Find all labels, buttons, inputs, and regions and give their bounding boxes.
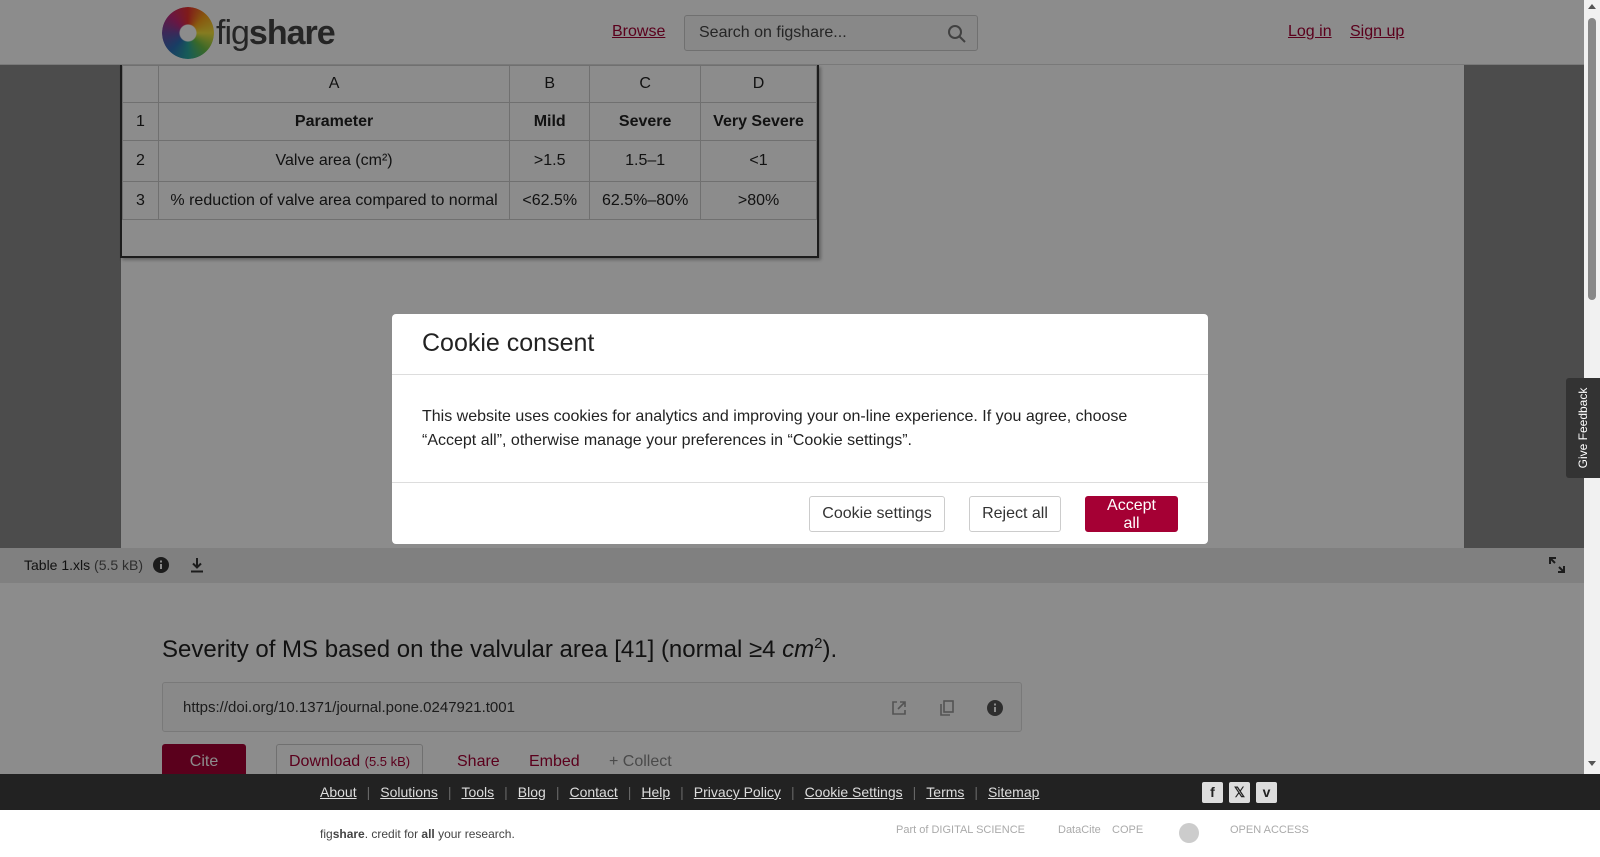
footer-link-terms[interactable]: Terms [926, 784, 964, 800]
footer-link-about[interactable]: About [320, 784, 357, 800]
cope-logo[interactable]: COPE [1112, 824, 1143, 836]
scroll-up-arrow-icon[interactable] [1588, 4, 1596, 9]
footer-link-cookie-settings[interactable]: Cookie Settings [805, 784, 903, 800]
x-icon[interactable]: 𝕏 [1229, 782, 1250, 803]
dialog-title: Cookie consent [392, 314, 1208, 375]
dialog-body: This website uses cookies for analytics … [392, 375, 1208, 483]
open-access-logo[interactable]: OPEN ACCESS [1230, 824, 1309, 836]
datacite-logo[interactable]: DataCite [1058, 824, 1101, 836]
footer-separator: | [912, 784, 917, 800]
footer-separator: | [627, 784, 632, 800]
vimeo-icon[interactable]: v [1256, 782, 1277, 803]
footer-links: About | Solutions | Tools | Blog | Contact | … [320, 784, 1039, 800]
accept-all-button[interactable]: Accept all [1085, 496, 1178, 532]
digital-science-logo[interactable]: Part of DIGITAL SCIENCE [896, 824, 1025, 836]
footer-link-help[interactable]: Help [641, 784, 670, 800]
footer-separator: | [504, 784, 508, 800]
scroll-thumb[interactable] [1588, 18, 1596, 300]
footer-link-sitemap[interactable]: Sitemap [988, 784, 1039, 800]
cookie-settings-button[interactable]: Cookie settings [809, 496, 945, 532]
dialog-actions: Cookie settings Reject all Accept all [392, 483, 1208, 543]
footer-separator: | [366, 784, 371, 800]
footer-link-solutions[interactable]: Solutions [380, 784, 438, 800]
give-feedback-tab[interactable]: Give Feedback [1566, 378, 1600, 478]
footer-link-tools[interactable]: Tools [461, 784, 494, 800]
footer-separator: | [680, 784, 684, 800]
facebook-icon[interactable]: f [1202, 782, 1223, 803]
footer-separator: | [790, 784, 795, 800]
footer-link-privacy[interactable]: Privacy Policy [694, 784, 781, 800]
footer-separator: | [555, 784, 560, 800]
footer-credit: figshare. credit for all your research. … [0, 810, 1600, 857]
cookie-consent-dialog: Cookie consent This website uses cookies… [392, 314, 1208, 544]
footer-separator: | [974, 784, 979, 800]
footer-link-contact[interactable]: Contact [569, 784, 617, 800]
credit-text: figshare. credit for all your research. [320, 827, 515, 841]
scroll-down-arrow-icon[interactable] [1588, 761, 1596, 766]
footer-nav: About | Solutions | Tools | Blog | Contact | … [0, 774, 1600, 810]
footer-separator: | [447, 784, 452, 800]
globe-logo-icon[interactable] [1178, 822, 1200, 844]
footer-link-blog[interactable]: Blog [518, 784, 546, 800]
reject-all-button[interactable]: Reject all [969, 496, 1061, 532]
